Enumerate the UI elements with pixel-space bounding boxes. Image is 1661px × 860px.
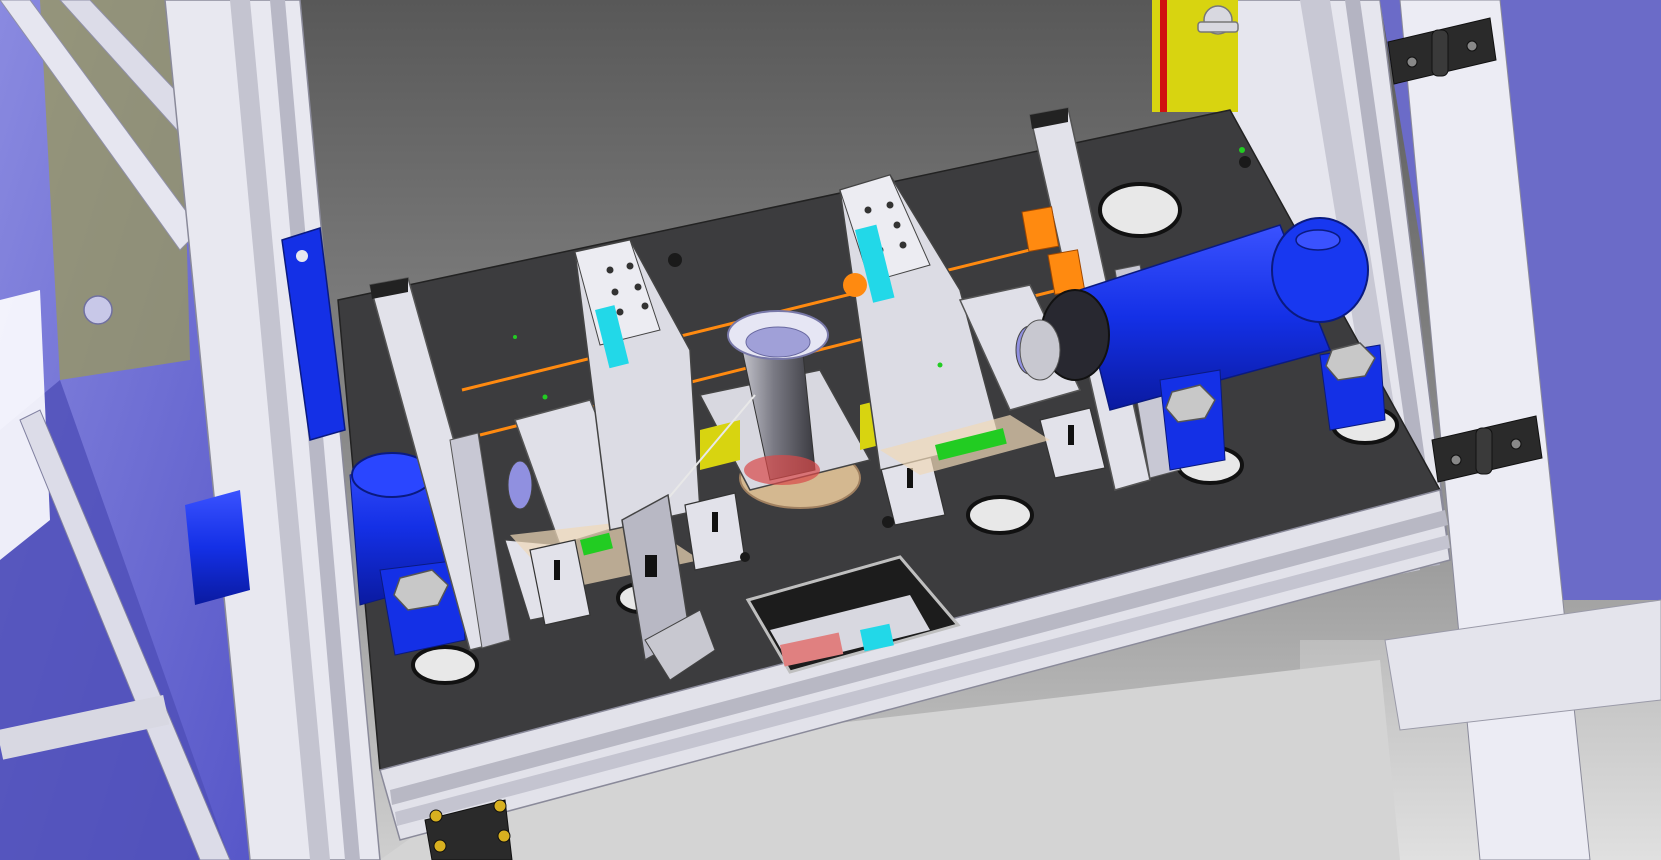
- cad-3d-viewport[interactable]: [0, 0, 1661, 860]
- eye-bolt-left-icon: [83, 295, 113, 325]
- cad-model-render[interactable]: [0, 0, 1661, 860]
